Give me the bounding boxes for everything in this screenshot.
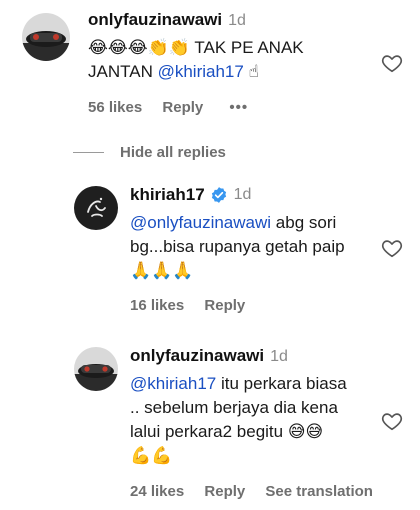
reply-header: khiriah17 1d [130,185,251,205]
comment-text-line2: JANTAN [88,62,153,81]
reply-text-line2: bg...bisa rupanya getah paip [130,237,345,256]
comment-body: 😂😂😂👏👏 TAK PE ANAK JANTAN @khiriah17 ☝ [88,36,378,84]
reply-time: 1d [270,348,288,365]
reply-actions: 24 likes Reply See translation [130,483,373,500]
comment-emojis: 😂😂😂👏👏 [88,38,190,58]
verified-badge-icon [210,186,228,204]
comment-header: onlyfauzinawawi 1d [88,10,246,30]
avatar-image [74,186,118,230]
replies-divider [73,152,104,153]
reply-text-line3: lalui perkara2 begitu 😅😅 [130,422,324,441]
comment-emoji-point: ☝ [248,62,259,82]
reply-username[interactable]: onlyfauzinawawi [130,346,264,365]
reply-body: @khiriah17 itu perkara biasa .. sebelum … [130,372,380,468]
reply-text-line1: itu perkara biasa [220,374,347,393]
reply-time: 1d [233,186,252,203]
reply-button[interactable]: Reply [162,99,203,116]
reply-header: onlyfauzinawawi 1d [130,346,288,366]
reply-text-line1: abg sori [275,213,337,232]
reply-avatar[interactable] [74,347,118,391]
reply-username[interactable]: khiriah17 [130,185,205,205]
reply-actions: 16 likes Reply [130,297,245,314]
reply-emojis: 🙏🙏🙏 [130,261,194,281]
comment-username[interactable]: onlyfauzinawawi [88,10,222,29]
reply-text-line2: .. sebelum berjaya dia kena [130,398,338,417]
mention-link[interactable]: @khiriah17 [130,374,216,393]
reply-button[interactable]: Reply [204,483,245,500]
like-heart-icon[interactable] [381,237,403,259]
comment-text-line1: TAK PE ANAK [194,38,304,57]
avatar-image [74,347,118,391]
likes-count[interactable]: 16 likes [130,297,184,314]
see-translation-button[interactable]: See translation [265,483,373,500]
comment-time: 1d [228,12,246,29]
reply-button[interactable]: Reply [204,297,245,314]
avatar-image [22,13,70,61]
hide-replies-button[interactable]: Hide all replies [120,144,226,161]
reply-emojis: 💪💪 [130,446,173,466]
likes-count[interactable]: 56 likes [88,99,142,116]
reply-body: @onlyfauzinawawi abg sori bg...bisa rupa… [130,211,380,283]
likes-count[interactable]: 24 likes [130,483,184,500]
mention-link[interactable]: @khiriah17 [158,62,244,81]
avatar[interactable] [22,13,70,61]
comment-actions: 56 likes Reply ••• [88,99,248,116]
like-heart-icon[interactable] [381,52,403,74]
reply-avatar[interactable] [74,186,118,230]
like-heart-icon[interactable] [381,410,403,432]
mention-link[interactable]: @onlyfauzinawawi [130,213,271,232]
more-options-icon[interactable]: ••• [229,99,248,116]
